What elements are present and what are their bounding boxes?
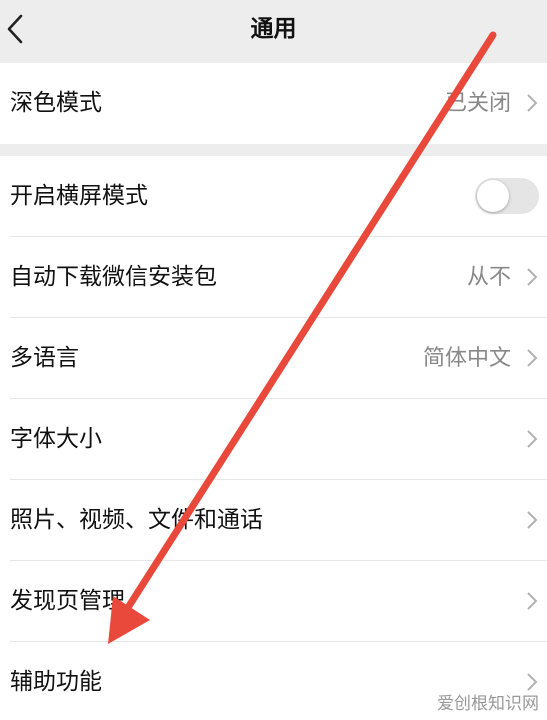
landscape-mode-toggle[interactable] [475, 178, 539, 214]
row-label: 开启横屏模式 [10, 183, 148, 209]
navigation-bar: 通用 [0, 0, 547, 62]
auto-download-row[interactable]: 自动下载微信安装包 从不 [0, 237, 547, 318]
toggle-knob [477, 180, 509, 212]
row-label: 字体大小 [10, 426, 102, 452]
chevron-right-icon [527, 349, 538, 367]
page-title: 通用 [250, 16, 297, 42]
chevron-right-icon [527, 268, 538, 286]
row-value: 已关闭 [444, 91, 511, 116]
settings-group-general: 开启横屏模式 自动下载微信安装包 从不 多语言 简体中文 字体大小 照片、视频、… [0, 156, 547, 720]
row-value: 从不 [466, 265, 511, 290]
row-label: 多语言 [10, 345, 79, 371]
chevron-right-icon [527, 94, 538, 112]
row-label: 照片、视频、文件和通话 [10, 507, 263, 533]
row-label: 辅助功能 [10, 669, 102, 695]
chevron-right-icon [527, 511, 538, 529]
row-value: 简体中文 [422, 346, 511, 371]
settings-screen: 通用 深色模式 已关闭 开启横屏模式 自动下载微信安装包 从不 多语言 简体中文… [0, 0, 547, 720]
watermark: 爱创根知识网 [437, 694, 539, 714]
font-size-row[interactable]: 字体大小 [0, 399, 547, 480]
chevron-right-icon [527, 430, 538, 448]
settings-group-display: 深色模式 已关闭 [0, 63, 547, 144]
media-files-calls-row[interactable]: 照片、视频、文件和通话 [0, 480, 547, 561]
chevron-right-icon [527, 592, 538, 610]
landscape-mode-row: 开启横屏模式 [0, 156, 547, 237]
row-label: 发现页管理 [10, 588, 125, 614]
dark-mode-row[interactable]: 深色模式 已关闭 [0, 63, 547, 144]
row-label: 深色模式 [10, 90, 102, 116]
discover-management-row[interactable]: 发现页管理 [0, 561, 547, 642]
language-row[interactable]: 多语言 简体中文 [0, 318, 547, 399]
row-label: 自动下载微信安装包 [10, 264, 217, 290]
